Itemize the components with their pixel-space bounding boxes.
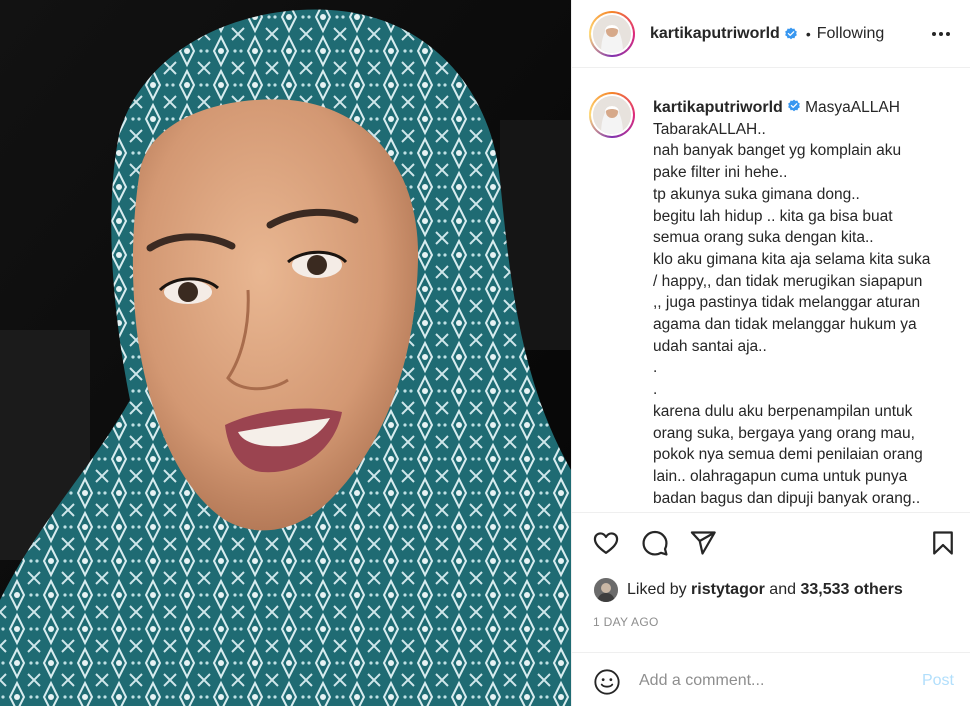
like-button[interactable] [592,529,620,557]
caption-username[interactable]: kartikaputriworld [653,99,783,116]
likes-summary: Liked by ristytagor and 33,533 others [594,578,903,602]
author-username[interactable]: kartikaputriworld [650,25,780,43]
caption-body: MasyaALLAH TabarakALLAH.. nah banyak ban… [653,99,931,507]
send-icon [690,531,716,555]
more-horizontal-icon [932,32,950,36]
comment-icon [642,530,668,556]
post-side-panel: kartikaputriworld • Following kartikaput… [571,0,970,706]
avatar-photo [593,96,631,134]
emoji-button[interactable] [593,668,621,696]
more-options-button[interactable] [929,22,953,46]
post-image[interactable] [0,0,571,706]
share-button[interactable] [689,529,717,557]
comment-button[interactable] [641,529,669,557]
comment-input[interactable] [639,668,909,694]
verified-badge-icon [787,99,800,112]
comment-bar: Post [572,652,970,706]
liked-by-and: and [769,581,796,598]
post-comment-button[interactable]: Post [922,672,954,690]
action-bar: Liked by ristytagor and 33,533 others 1 … [572,512,970,652]
avatar-photo [594,578,618,602]
liker-username[interactable]: ristytagor [691,581,765,599]
caption-author-avatar[interactable] [589,92,635,138]
caption-section: kartikaputriworld MasyaALLAH TabarakALLA… [572,68,970,512]
verified-badge-icon [784,27,797,39]
post-timestamp[interactable]: 1 DAY AGO [593,615,659,629]
liker-avatar[interactable] [594,578,618,602]
following-button[interactable]: Following [817,25,885,43]
save-button[interactable] [929,529,957,557]
bookmark-icon [933,531,953,555]
heart-icon [593,532,619,555]
smiley-icon [594,669,620,695]
caption-text: kartikaputriworld MasyaALLAH TabarakALLA… [653,97,958,509]
separator-dot: • [805,25,811,42]
likes-others-link[interactable]: 33,533 others [800,581,902,599]
portrait-photo [0,0,571,706]
avatar-photo [593,14,631,53]
liked-by-prefix: Liked by [627,581,687,598]
author-avatar[interactable] [589,10,635,57]
post-header: kartikaputriworld • Following [572,0,970,68]
